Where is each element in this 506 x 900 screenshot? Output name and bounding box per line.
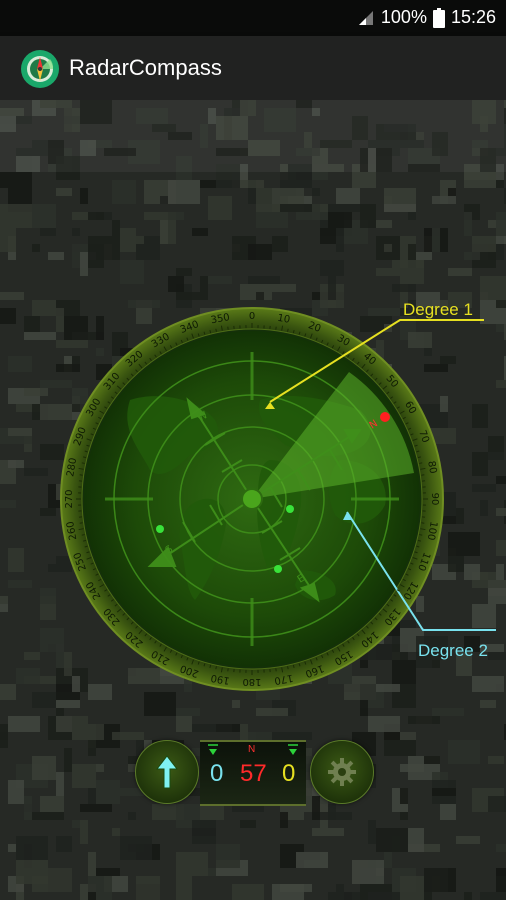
app-title: RadarCompass [69,55,222,80]
battery-icon [432,7,445,28]
signal-icon [358,10,373,25]
readout-north-label: N [248,744,256,755]
target-blip [380,412,390,422]
degree-tick-label: 0 [249,311,255,322]
north-arrow-icon [155,755,179,789]
degree-tick-label: 180 [242,676,261,687]
gear-icon [328,758,356,786]
battery-percent: 100% [380,7,427,27]
degree-tick-label: 90 [429,493,440,506]
degree-readout: N 0 57 0 [200,740,306,806]
radar-compass-logo-icon [21,50,59,88]
left-marker-icon [208,744,218,755]
degree-tick-label: 270 [64,489,75,508]
status-bar: 100% 15:26 [0,0,506,36]
degree-tick-label: 80 [425,460,438,474]
degree2-value: 0 [210,760,224,787]
right-marker-icon [288,744,298,755]
degree1-label: Degree 1 [403,300,473,319]
heading-value: 57 [240,760,267,787]
clock: 15:26 [450,7,496,27]
degree1-value: 0 [282,760,296,787]
settings-button[interactable] [310,740,374,804]
radar-center [241,488,263,510]
degree-tick-label: 10 [276,313,290,326]
main-content: W S E N 0 10 20 30 40 50 60 70 80 90 100 110 120 130 1… [0,100,506,900]
app-bar: RadarCompass [0,36,506,100]
degree2-label: Degree 2 [418,641,488,660]
north-lock-button[interactable] [135,740,199,804]
